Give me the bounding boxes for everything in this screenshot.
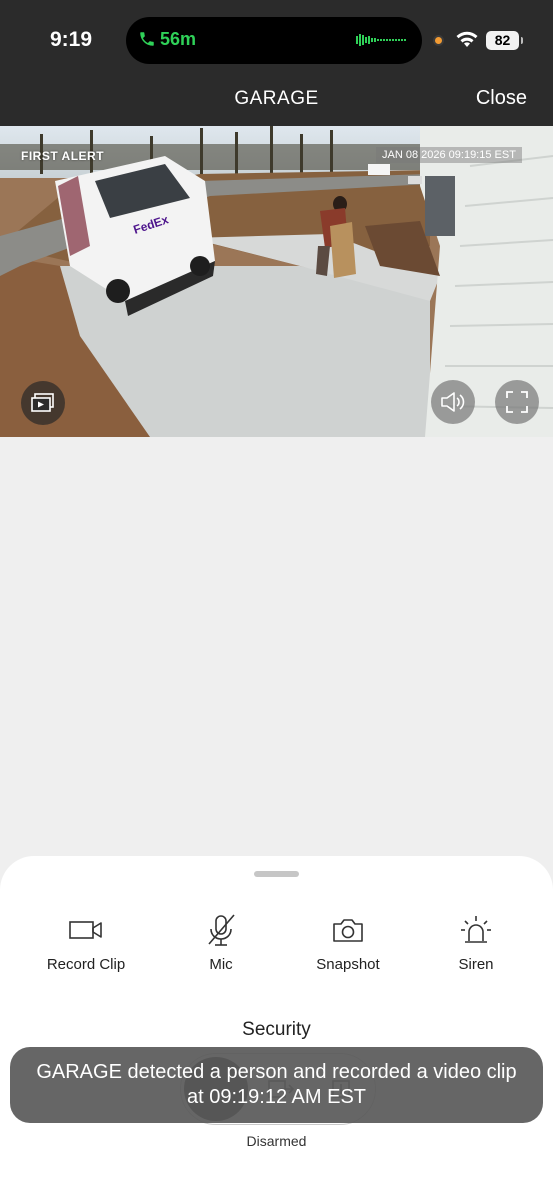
video-camera-icon (69, 921, 102, 939)
gallery-icon (31, 393, 54, 412)
camera-icon (333, 919, 363, 942)
speaker-icon (441, 392, 465, 412)
fullscreen-icon (506, 391, 528, 413)
siren-label: Siren (458, 956, 494, 973)
security-section-title: Security (242, 1019, 311, 1040)
recording-indicator-icon (433, 35, 444, 46)
page-title: GARAGE (234, 88, 319, 109)
snapshot-button[interactable]: Snapshot (293, 910, 403, 973)
siren-button[interactable]: Siren (421, 910, 531, 973)
siren-icon (461, 916, 491, 943)
controls-sheet: Record Clip Mic Snapshot Siren Security … (0, 856, 553, 1200)
audio-waveform-icon (356, 34, 406, 46)
call-duration: 56m (160, 29, 197, 49)
mic-off-icon (208, 914, 235, 946)
clip-gallery-button[interactable] (21, 381, 65, 425)
wifi-icon (456, 31, 478, 47)
battery-indicator: 82 (486, 31, 523, 50)
record-clip-label: Record Clip (46, 956, 126, 973)
camera-brand-watermark: FIRST ALERT (21, 149, 105, 163)
camera-live-view[interactable]: FedEx FIRST ALERT JAN 08 2026 09:19:15 E… (0, 126, 553, 437)
top-bar: 9:19 56m 82 GARAGE Close (0, 0, 553, 126)
close-button[interactable]: Close (476, 87, 527, 110)
fullscreen-button[interactable] (495, 380, 539, 424)
phone-icon (140, 32, 154, 46)
camera-timestamp: JAN 08 2026 09:19:15 EST (376, 147, 522, 163)
status-time: 9:19 (50, 28, 93, 51)
security-status-text: Disarmed (246, 1133, 307, 1149)
snapshot-label: Snapshot (316, 956, 380, 973)
toast-message: GARAGE detected a person and recorded a … (36, 1061, 517, 1108)
dynamic-island-call[interactable]: 56m (126, 17, 422, 64)
detection-toast[interactable]: GARAGE detected a person and recorded a … (10, 1047, 543, 1123)
mic-label: Mic (209, 956, 233, 973)
record-clip-button[interactable]: Record Clip (31, 910, 141, 973)
sheet-drag-handle[interactable] (254, 871, 299, 877)
mic-button[interactable]: Mic (166, 910, 276, 973)
speaker-toggle-button[interactable] (431, 380, 475, 424)
